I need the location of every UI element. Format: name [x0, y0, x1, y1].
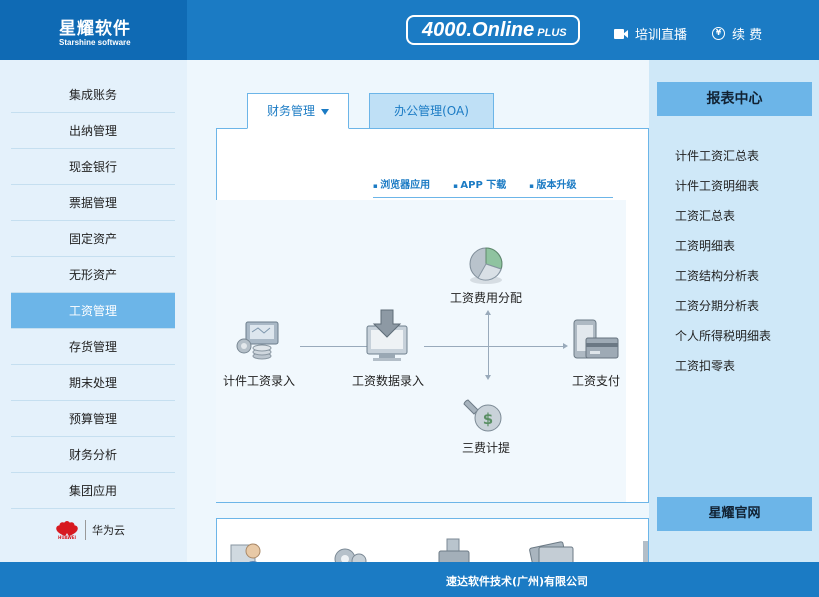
renew-label: 续 费	[732, 28, 763, 43]
wrench-coin-icon: $	[463, 399, 502, 432]
sidebar-item-bills[interactable]: 票据管理	[11, 185, 175, 221]
flow-connector-up	[485, 310, 491, 346]
renew-button[interactable]: ¥ 续 费	[712, 24, 762, 43]
sidebar-item-intangible-assets[interactable]: 无形资产	[11, 257, 175, 293]
flow-label-three-fee-accrual[interactable]: 三费计提	[462, 439, 510, 456]
caret-down-icon	[321, 108, 329, 115]
logo[interactable]: 星耀软件 Starshine software	[0, 0, 187, 60]
report-wage-period-analysis[interactable]: 工资分期分析表	[675, 297, 759, 314]
product-badge-sub: PLUS	[537, 27, 567, 39]
svg-text:$: $	[483, 410, 493, 428]
official-site-button[interactable]: 星耀官网	[657, 497, 812, 531]
phone-card-icon	[573, 319, 619, 359]
huawei-wordmark: HUAWEI	[57, 535, 77, 540]
piece-wage-entry-node[interactable]	[232, 318, 286, 362]
report-piece-wage-summary[interactable]: 计件工资汇总表	[675, 147, 759, 164]
flow-label-wage-payment[interactable]: 工资支付	[572, 372, 620, 389]
logo-text-cn: 星耀软件	[59, 19, 131, 39]
flow-connector-arrow	[424, 343, 568, 349]
monitor-download-icon	[366, 309, 408, 361]
main-content: 财务管理 办公管理(OA) 浏览器应用 APP 下载 版本升级 计件工	[187, 60, 649, 568]
training-live-label: 培训直播	[635, 28, 688, 43]
link-app-download[interactable]: APP 下载	[453, 176, 506, 191]
report-wage-rounding[interactable]: 工资扣零表	[675, 357, 735, 374]
partner-divider	[85, 520, 86, 540]
product-badge-main: 4000.Online	[422, 19, 535, 41]
links-underline	[373, 197, 613, 198]
wage-data-entry-node[interactable]	[364, 308, 410, 364]
link-browser-app[interactable]: 浏览器应用	[373, 176, 430, 191]
video-camera-icon	[614, 28, 628, 39]
sidebar-item-cashier[interactable]: 出纳管理	[11, 113, 175, 149]
three-fee-accrual-node[interactable]: $	[462, 396, 506, 434]
footer: 速达软件技术(广州)有限公司	[0, 562, 819, 597]
huawei-logo-icon: HUAWEI	[54, 520, 80, 540]
report-wage-detail[interactable]: 工资明细表	[675, 237, 735, 254]
payroll-flow: 计件工资录入 工资数据录入 工资费用分配 $ 三费计提 工资支付	[216, 200, 626, 502]
sidebar-item-financial-analysis[interactable]: 财务分析	[11, 437, 175, 473]
flow-connector	[300, 346, 370, 347]
keyboard-coins-icon	[236, 321, 279, 360]
pie-chart-icon	[469, 247, 503, 284]
cost-allocation-node[interactable]	[466, 246, 508, 286]
report-wage-summary[interactable]: 工资汇总表	[675, 207, 735, 224]
partner-name: 华为云	[92, 524, 125, 537]
report-wage-structure-analysis[interactable]: 工资结构分析表	[675, 267, 759, 284]
wage-payment-node[interactable]	[572, 318, 620, 364]
sidebar-item-integrated-accounting[interactable]: 集成账务	[11, 77, 175, 113]
report-piece-wage-detail[interactable]: 计件工资明细表	[675, 177, 759, 194]
sidebar-item-inventory[interactable]: 存货管理	[11, 329, 175, 365]
report-income-tax-detail[interactable]: 个人所得税明细表	[675, 327, 771, 344]
tab-finance-label: 财务管理	[266, 104, 315, 118]
footer-company: 速达软件技术(广州)有限公司	[446, 575, 589, 588]
sidebar-item-fixed-assets[interactable]: 固定资产	[11, 221, 175, 257]
sidebar-item-budget[interactable]: 预算管理	[11, 401, 175, 437]
secondary-panel	[216, 518, 649, 568]
flow-label-cost-allocation[interactable]: 工资费用分配	[450, 289, 522, 306]
logo-text-en: Starshine software	[59, 38, 131, 47]
quick-links: 浏览器应用 APP 下载 版本升级	[373, 176, 613, 191]
sidebar-item-group-apps[interactable]: 集团应用	[11, 473, 175, 509]
sidebar-item-payroll[interactable]: 工资管理	[11, 293, 175, 329]
partner-logo[interactable]: HUAWEI 华为云	[54, 520, 125, 540]
sidebar: 集成账务 出纳管理 现金银行 票据管理 固定资产 无形资产 工资管理 存货管理 …	[0, 60, 187, 562]
report-center-title: 报表中心	[657, 82, 812, 116]
tab-office-oa[interactable]: 办公管理(OA)	[369, 93, 494, 129]
report-center: 报表中心 计件工资汇总表 计件工资明细表 工资汇总表 工资明细表 工资结构分析表…	[649, 60, 819, 562]
training-live-button[interactable]: 培训直播	[614, 24, 687, 43]
flow-label-wage-data-entry[interactable]: 工资数据录入	[352, 372, 424, 389]
yen-icon: ¥	[712, 27, 725, 40]
product-badge: 4000.Online PLUS	[406, 15, 580, 45]
link-version-upgrade[interactable]: 版本升级	[529, 176, 576, 191]
flow-connector-down	[485, 346, 491, 380]
sidebar-item-cash-bank[interactable]: 现金银行	[11, 149, 175, 185]
header: 星耀软件 Starshine software 4000.Online PLUS …	[0, 0, 819, 60]
tab-finance[interactable]: 财务管理	[247, 93, 349, 129]
flow-label-piece-wage-entry[interactable]: 计件工资录入	[223, 372, 295, 389]
sidebar-item-period-end[interactable]: 期末处理	[11, 365, 175, 401]
